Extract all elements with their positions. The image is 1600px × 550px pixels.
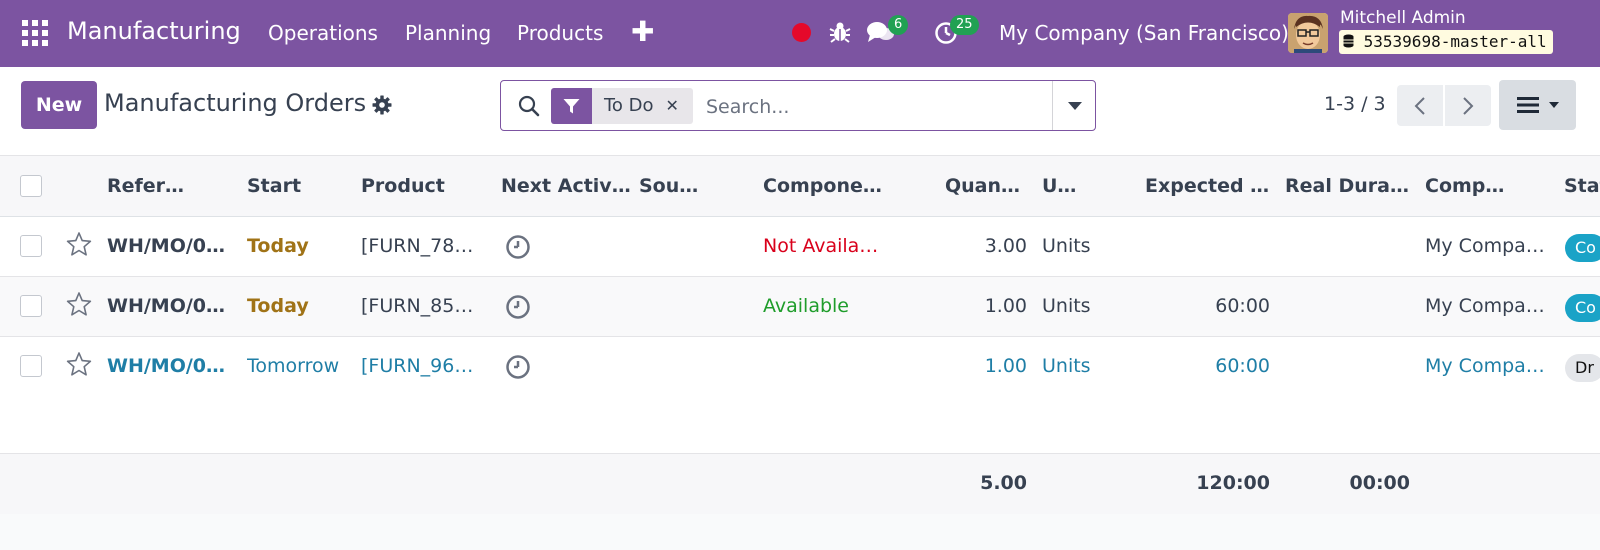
status-badge: Dr — [1565, 354, 1600, 382]
record-icon[interactable] — [792, 23, 811, 42]
cell-start: Today — [247, 295, 309, 317]
list-view-button[interactable] — [1499, 80, 1576, 130]
cell-quantity: 1.00 — [984, 295, 1027, 317]
gear-icon[interactable] — [372, 95, 392, 115]
column-next-activity[interactable]: Next Activ… — [501, 175, 631, 197]
column-unit[interactable]: U… — [1042, 175, 1076, 197]
list-view-icon — [1516, 97, 1539, 113]
cell-unit: Units — [1042, 295, 1091, 317]
search-facet: To Do ✕ — [551, 88, 693, 124]
plus-icon[interactable]: ✚ — [631, 18, 654, 46]
total-expected-duration: 120:00 — [1196, 472, 1270, 494]
caret-down-icon — [1548, 102, 1559, 108]
menu-products[interactable]: Products — [517, 21, 603, 45]
search-box: To Do ✕ — [500, 80, 1096, 131]
cell-start: Today — [247, 235, 309, 257]
cell-unit: Units — [1042, 235, 1091, 257]
column-product[interactable]: Product — [361, 175, 445, 197]
facet-remove-icon[interactable]: ✕ — [666, 88, 679, 124]
bug-icon[interactable] — [829, 21, 851, 47]
empty-row — [0, 396, 1600, 454]
cell-reference: WH/MO/0… — [107, 355, 226, 377]
cell-reference: WH/MO/0… — [107, 235, 226, 257]
pager-next-button[interactable] — [1445, 85, 1491, 126]
cell-unit: Units — [1042, 355, 1091, 377]
app-grid-icon[interactable] — [22, 20, 48, 46]
activity-clock-icon[interactable] — [505, 354, 531, 384]
activities-count-badge: 25 — [950, 15, 979, 35]
table-row[interactable]: WH/MO/0… Today [FURN_78… Not Availa… 3.0… — [0, 217, 1600, 277]
column-expected-duration[interactable]: Expected … — [1145, 175, 1269, 197]
user-avatar[interactable] — [1288, 13, 1328, 53]
table-row[interactable]: WH/MO/0… Tomorrow [FURN_96… 1.00 Units 6… — [0, 337, 1600, 397]
company-switcher[interactable]: My Company (San Francisco) — [999, 21, 1289, 45]
facet-label: To Do — [604, 95, 654, 116]
priority-star-icon[interactable] — [66, 291, 92, 321]
cell-start: Tomorrow — [247, 355, 340, 377]
cell-expected-duration: 60:00 — [1215, 295, 1270, 317]
new-button[interactable]: New — [21, 81, 97, 129]
control-panel: New Manufacturing Orders To Do ✕ Search.… — [0, 67, 1600, 156]
caret-down-icon — [1067, 101, 1082, 110]
row-checkbox[interactable] — [20, 355, 42, 377]
database-badge: 53539698-master-all — [1339, 30, 1553, 54]
pager-previous-button[interactable] — [1397, 85, 1443, 126]
priority-star-icon[interactable] — [66, 231, 92, 261]
status-badge: Co — [1565, 234, 1600, 262]
pager-value[interactable]: 1-3 / 3 — [1324, 93, 1386, 115]
column-components[interactable]: Compone… — [763, 175, 882, 197]
row-checkbox[interactable] — [20, 235, 42, 257]
column-status[interactable]: Stat — [1564, 175, 1600, 197]
cell-company: My Compa… — [1425, 295, 1545, 317]
page-title: Manufacturing Orders — [104, 89, 367, 117]
column-quantity[interactable]: Quan… — [945, 175, 1020, 197]
top-navbar: Manufacturing Operations Planning Produc… — [0, 0, 1600, 67]
total-real-duration: 00:00 — [1349, 472, 1410, 494]
column-company[interactable]: Comp… — [1425, 175, 1504, 197]
messages-count-badge: 6 — [888, 15, 909, 35]
filter-icon — [551, 88, 592, 124]
select-all-checkbox[interactable] — [20, 175, 42, 197]
cell-company: My Compa… — [1425, 355, 1545, 377]
activity-clock-icon[interactable] — [505, 294, 531, 324]
column-start[interactable]: Start — [247, 175, 301, 197]
database-name: 53539698-master-all — [1363, 32, 1547, 51]
cell-quantity: 3.00 — [984, 235, 1027, 257]
priority-star-icon[interactable] — [66, 351, 92, 381]
column-source[interactable]: Sou… — [639, 175, 698, 197]
search-options-toggle[interactable] — [1052, 81, 1096, 130]
app-name[interactable]: Manufacturing — [67, 17, 241, 45]
table-footer-totals: 5.00 120:00 00:00 — [0, 454, 1600, 514]
database-icon — [1343, 32, 1364, 51]
user-name[interactable]: Mitchell Admin — [1340, 8, 1466, 28]
cell-expected-duration: 60:00 — [1215, 355, 1270, 377]
column-reference[interactable]: Refer… — [107, 175, 184, 197]
table-row[interactable]: WH/MO/0… Today [FURN_85… Available 1.00 … — [0, 277, 1600, 337]
menu-planning[interactable]: Planning — [405, 21, 491, 45]
search-input[interactable] — [706, 93, 1006, 121]
cell-reference: WH/MO/0… — [107, 295, 226, 317]
cell-product: [FURN_85… — [361, 295, 474, 317]
cell-product: [FURN_96… — [361, 355, 474, 377]
chevron-left-icon — [1414, 96, 1425, 115]
status-badge: Co — [1565, 294, 1600, 322]
cell-components: Not Availa… — [763, 235, 879, 257]
search-icon — [518, 95, 540, 121]
cell-product: [FURN_78… — [361, 235, 474, 257]
cell-components: Available — [763, 295, 850, 317]
cell-company: My Compa… — [1425, 235, 1545, 257]
row-checkbox[interactable] — [20, 295, 42, 317]
table-header: Refer… Start Product Next Activ… Sou… Co… — [0, 156, 1600, 217]
menu-operations[interactable]: Operations — [268, 21, 378, 45]
total-quantity: 5.00 — [980, 472, 1027, 494]
chevron-right-icon — [1463, 96, 1474, 115]
column-real-duration[interactable]: Real Dura… — [1285, 175, 1409, 197]
activity-clock-icon[interactable] — [505, 234, 531, 264]
cell-quantity: 1.00 — [984, 355, 1027, 377]
